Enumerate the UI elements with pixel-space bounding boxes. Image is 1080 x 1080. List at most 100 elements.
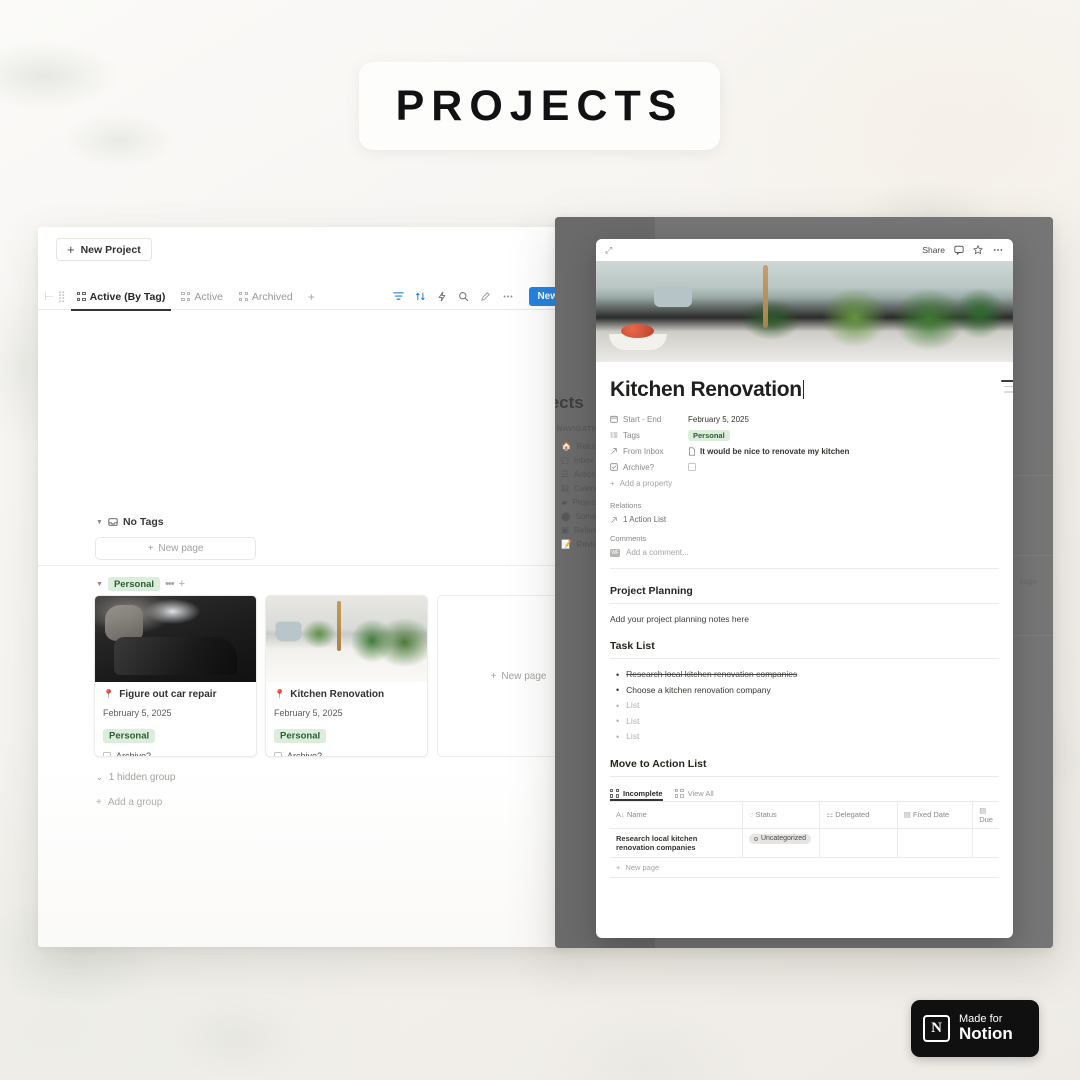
tab-archived[interactable]: Archived	[231, 284, 301, 310]
card-archive-row[interactable]: Archive?	[103, 751, 248, 756]
background-page-title: jects	[555, 393, 584, 412]
db-tab-view-all[interactable]: View All	[674, 788, 714, 801]
new-project-button[interactable]: + New Project	[56, 238, 152, 261]
sort-icon[interactable]	[415, 291, 426, 302]
new-page-label: New page	[625, 863, 660, 873]
cell-fixed-date[interactable]	[897, 828, 974, 859]
chevron-down-icon[interactable]: ▼	[96, 519, 103, 526]
list-item[interactable]: • Research local kitchen renovation comp…	[610, 669, 999, 680]
column-header-name[interactable]: A↓ Name	[610, 800, 743, 829]
more-horizontal-icon[interactable]	[502, 291, 514, 302]
project-card-kitchen-renovation[interactable]: 📍 Kitchen Renovation February 5, 2025 Pe…	[265, 595, 428, 757]
tab-label: Archived	[251, 290, 293, 303]
hidden-group-toggle[interactable]: ⌄ 1 hidden group	[96, 772, 175, 783]
property-archive[interactable]: Archive?	[610, 459, 999, 475]
paragraph-project-planning[interactable]: Add your project planning notes here	[610, 614, 999, 624]
list-item[interactable]: • List	[610, 731, 999, 742]
group-tag-pill: Personal	[107, 577, 161, 591]
plus-icon: +	[147, 543, 154, 554]
notion-n-logo: N	[923, 1015, 950, 1042]
collapse-sidebar-icon[interactable]: ⊢	[44, 290, 55, 303]
project-card-figure-out-car-repair[interactable]: 📍 Figure out car repair February 5, 2025…	[94, 595, 257, 757]
relation-arrow-icon	[611, 448, 617, 454]
card-thumbnail	[266, 596, 427, 682]
archive-checkbox[interactable]	[103, 752, 111, 756]
column-header-status[interactable]: ◌ Status	[742, 800, 821, 829]
new-page-no-tags-button[interactable]: + New page	[95, 537, 256, 560]
edit-pencil-icon[interactable]	[480, 291, 491, 302]
group-more-icon[interactable]: •••	[165, 578, 175, 590]
add-property-button[interactable]: + Add a property	[610, 475, 999, 491]
archive-checkbox[interactable]	[688, 463, 696, 471]
automation-lightning-icon[interactable]	[437, 291, 447, 302]
table-icon	[674, 788, 684, 798]
relation-action-list[interactable]: 1 Action List	[610, 515, 999, 524]
group-add-icon[interactable]: +	[179, 578, 185, 590]
sidebar-item-inbox[interactable]: ▢ Inbox	[561, 455, 594, 466]
group-name: No Tags	[122, 516, 164, 528]
database-view-tabs: Incomplete View All	[610, 788, 999, 801]
property-relation-value[interactable]: It would be nice to renovate my kitchen	[700, 447, 849, 456]
column-header-delegated[interactable]: ⚏ Delegated	[819, 800, 898, 829]
column-header-due[interactable]: ▤ Due	[972, 800, 999, 829]
list-item[interactable]: • List	[610, 700, 999, 711]
status-badge: Uncategorized	[748, 833, 812, 844]
cell-name: Research local kitchen renovation compan…	[610, 828, 743, 859]
star-icon[interactable]	[973, 245, 983, 255]
comment-icon[interactable]	[954, 245, 964, 255]
page-icon	[689, 446, 695, 456]
filter-icon[interactable]	[393, 291, 405, 302]
drag-handle-icon[interactable]: ⣿	[58, 290, 66, 303]
archive-checkbox[interactable]	[274, 752, 282, 756]
column-header-fixed-date[interactable]: ▤ Fixed Date	[897, 800, 974, 829]
list-icon: ☰	[561, 469, 569, 479]
expand-arrows-icon[interactable]: ⤢	[605, 245, 612, 256]
search-icon[interactable]	[458, 291, 469, 302]
list-item[interactable]: • List	[610, 716, 999, 727]
group-header-no-tags[interactable]: ▼ No Tags	[96, 516, 164, 528]
cell-delegated[interactable]	[819, 828, 898, 859]
comment-input-placeholder[interactable]: Add a comment...	[626, 548, 689, 557]
tab-active-by-tag[interactable]: Active (By Tag)	[69, 284, 174, 311]
card-date: February 5, 2025	[103, 708, 172, 718]
tab-label: Active (By Tag)	[89, 290, 166, 303]
cover-apple	[621, 323, 655, 338]
db-tab-label: Incomplete	[623, 788, 663, 798]
heading-rule	[610, 658, 999, 659]
list-item[interactable]: • Choose a kitchen renovation company	[610, 685, 999, 696]
card-archive-row[interactable]: Archive?	[274, 751, 419, 756]
add-view-button[interactable]: +	[301, 290, 322, 304]
property-tags[interactable]: Tags Personal	[610, 427, 999, 443]
more-horizontal-icon[interactable]	[992, 245, 1004, 255]
tab-active[interactable]: Active	[173, 284, 231, 310]
property-from-inbox[interactable]: From Inbox It would be nice to renovate …	[610, 443, 999, 459]
cell-status[interactable]: Uncategorized	[742, 828, 821, 859]
share-button[interactable]: Share	[922, 245, 945, 255]
db-tab-incomplete[interactable]: Incomplete	[610, 788, 663, 801]
heading-rule	[610, 603, 999, 604]
home-icon: 🏠	[561, 441, 572, 451]
cell-due[interactable]	[972, 828, 999, 859]
page-title[interactable]: Kitchen Renovation	[610, 378, 805, 402]
add-comment-row[interactable]: WF Add a comment...	[610, 548, 999, 557]
db-tab-label: View All	[687, 788, 714, 798]
badge-line-2: Notion	[959, 1024, 1013, 1044]
add-group-button[interactable]: + Add a group	[96, 797, 162, 808]
table-of-contents-indicator[interactable]	[1001, 380, 1013, 393]
property-value: February 5, 2025	[688, 414, 749, 424]
relation-arrow-icon	[611, 516, 617, 523]
property-start-end[interactable]: Start - End February 5, 2025	[610, 411, 999, 427]
new-page-personal-button[interactable]: + New page	[437, 595, 568, 757]
tab-label: Active	[194, 290, 223, 303]
card-tag-row: Personal	[274, 725, 419, 743]
inbox-tray-icon	[108, 518, 118, 526]
group-header-personal[interactable]: ▼ Personal ••• +	[96, 577, 185, 591]
group-divider	[38, 565, 568, 566]
background-side-text: page	[1019, 577, 1037, 586]
modal-topbar: ⤢ Share	[596, 239, 1013, 261]
calendar-icon: ▤	[903, 810, 913, 819]
chevron-down-icon[interactable]: ▼	[96, 581, 103, 588]
bullet-dot-icon: •	[616, 731, 620, 742]
table-new-page-button[interactable]: + New page	[610, 858, 999, 879]
table-row[interactable]: Research local kitchen renovation compan…	[610, 828, 999, 859]
